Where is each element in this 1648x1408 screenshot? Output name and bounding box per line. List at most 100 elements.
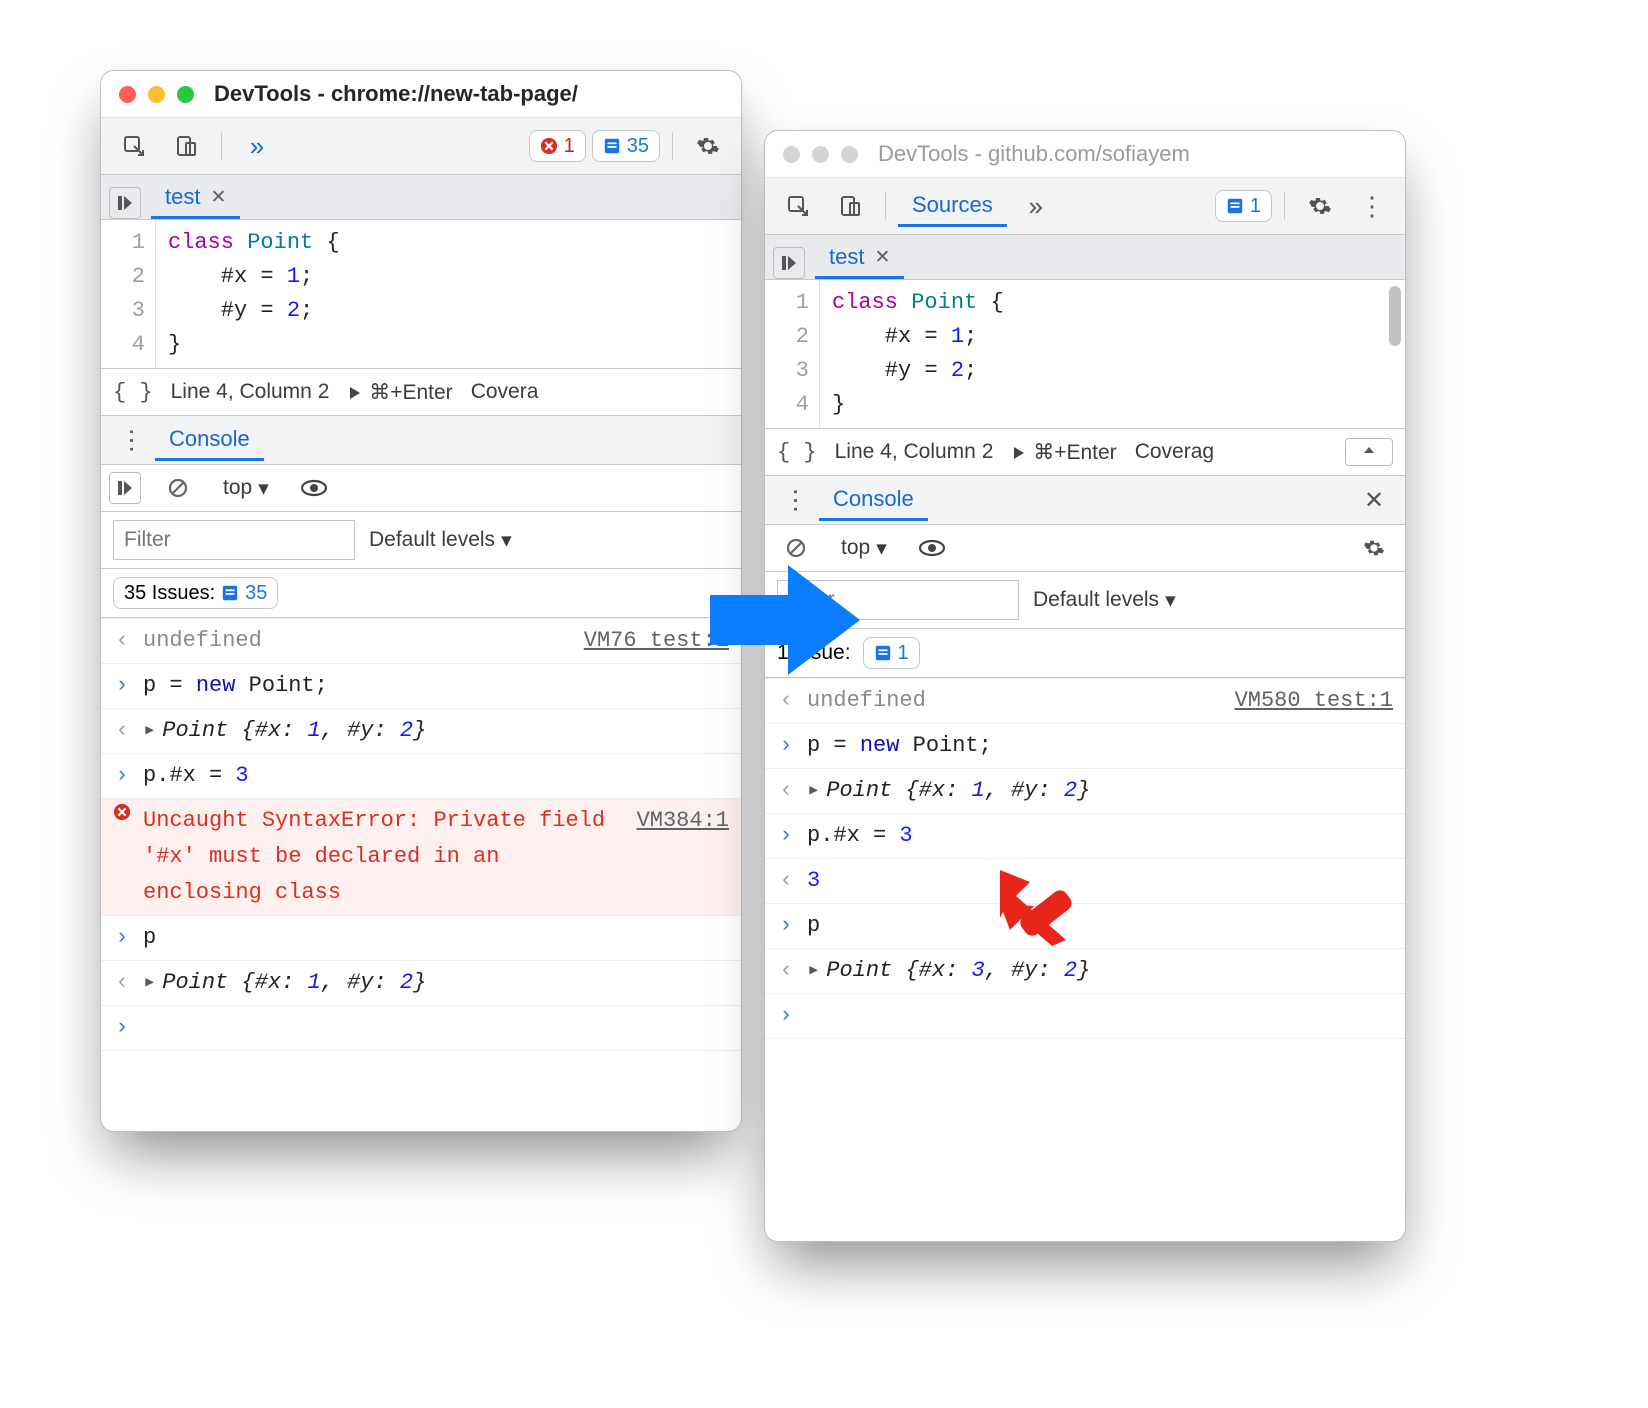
console-output[interactable]: Point {#x: 1, #y: 2}	[101, 709, 741, 754]
console-error[interactable]: Uncaught SyntaxError: Private field '#x'…	[101, 799, 741, 916]
kebab-icon[interactable]: ⋯	[781, 477, 812, 523]
issues-badge[interactable]: 1	[1215, 190, 1272, 222]
source-link[interactable]: VM384:1	[637, 803, 729, 839]
drawer-tabs: ⋯ Console ✕	[765, 476, 1405, 525]
code-editor[interactable]: 1234 class Point { #x = 1; #y = 2; }	[101, 220, 741, 368]
inspect-icon[interactable]	[775, 189, 821, 223]
log-levels-selector[interactable]: Default levels ▾	[1033, 588, 1176, 613]
pretty-print-icon[interactable]: { }	[113, 380, 153, 405]
issues-row[interactable]: 35 Issues: 35	[101, 569, 741, 618]
window-controls[interactable]	[783, 146, 858, 163]
window-controls[interactable]	[119, 86, 194, 103]
clear-console-icon[interactable]	[155, 471, 201, 505]
run-snippet-icon[interactable]	[109, 187, 141, 219]
scrollbar[interactable]	[1389, 286, 1401, 346]
filter-input[interactable]	[113, 520, 355, 560]
titlebar[interactable]: DevTools - github.com/sofiayem	[765, 131, 1405, 178]
inspect-icon[interactable]	[111, 129, 157, 163]
editor-statusbar: { } Line 4, Column 2 ⌘+Enter Covera	[101, 368, 741, 416]
console-input[interactable]: p.#x = 3	[101, 754, 741, 799]
close-icon[interactable]: ✕	[210, 186, 226, 209]
log-levels-selector[interactable]: Default levels ▾	[369, 528, 512, 553]
tab-sources[interactable]: Sources	[898, 186, 1007, 227]
drawer-tab-console[interactable]: Console	[155, 420, 264, 461]
more-tabs-icon[interactable]: »	[1013, 189, 1059, 223]
source-link[interactable]: VM580 test:1	[1235, 683, 1393, 719]
close-drawer-icon[interactable]: ✕	[1351, 483, 1397, 517]
editor-statusbar: { } Line 4, Column 2 ⌘+Enter Coverag	[765, 428, 1405, 476]
code-content[interactable]: class Point { #x = 1; #y = 2; }	[820, 280, 1016, 428]
issues-count: 35	[245, 582, 267, 605]
highlight-arrow-icon	[1000, 870, 1086, 946]
coverage-tab[interactable]: Covera	[471, 380, 539, 404]
separator	[1284, 192, 1285, 220]
line-gutter: 1234	[101, 220, 156, 368]
console-log[interactable]: undefinedVM580 test:1 p = new Point; Poi…	[765, 678, 1405, 1039]
separator	[672, 132, 673, 160]
console-output[interactable]: undefinedVM580 test:1	[765, 679, 1405, 724]
close-icon[interactable]: ✕	[874, 246, 890, 269]
console-output[interactable]: Point {#x: 1, #y: 2}	[101, 961, 741, 1006]
gear-icon[interactable]	[685, 129, 731, 163]
pretty-print-icon[interactable]: { }	[777, 440, 817, 465]
context-selector[interactable]: top ▾	[217, 476, 275, 501]
live-expression-icon[interactable]	[291, 471, 337, 505]
gear-icon[interactable]	[1351, 531, 1397, 565]
main-toolbar: Sources » 1 ⋮	[765, 178, 1405, 235]
close-dot[interactable]	[783, 146, 800, 163]
gear-icon[interactable]	[1297, 189, 1343, 223]
drawer-tabs: ⋯ Console	[101, 416, 741, 465]
console-prompt[interactable]	[101, 1006, 741, 1051]
console-output[interactable]: Point {#x: 1, #y: 2}	[765, 769, 1405, 814]
console-output[interactable]: undefinedVM76 test:1	[101, 619, 741, 664]
tab-label: Console	[833, 486, 914, 512]
console-input[interactable]: p.#x = 3	[765, 814, 1405, 859]
minimize-dot[interactable]	[148, 86, 165, 103]
code-content[interactable]: class Point { #x = 1; #y = 2; }	[156, 220, 352, 368]
zoom-dot[interactable]	[177, 86, 194, 103]
run-hint[interactable]: ⌘+Enter	[347, 380, 452, 405]
zoom-dot[interactable]	[841, 146, 858, 163]
kebab-icon[interactable]: ⋯	[117, 417, 148, 463]
sidebar-toggle-icon[interactable]	[109, 472, 141, 504]
issues-count: 1	[898, 642, 909, 665]
run-snippet-icon[interactable]	[773, 247, 805, 279]
console-prompt[interactable]	[765, 994, 1405, 1039]
window-title: DevTools - github.com/sofiayem	[878, 141, 1190, 167]
device-toggle-icon[interactable]	[163, 129, 209, 163]
code-editor[interactable]: 1234 class Point { #x = 1; #y = 2; }	[765, 280, 1405, 428]
console-input[interactable]: p	[101, 916, 741, 961]
chevron-down-icon: ▾	[501, 528, 512, 553]
tab-label: Console	[169, 426, 250, 452]
line-gutter: 1234	[765, 280, 820, 428]
separator	[221, 132, 222, 160]
source-tab-test[interactable]: test ✕	[151, 178, 240, 219]
live-expression-icon[interactable]	[909, 531, 955, 565]
error-badge[interactable]: 1	[529, 130, 586, 162]
source-tab-test[interactable]: test ✕	[815, 238, 904, 279]
console-output[interactable]: Point {#x: 3, #y: 2}	[765, 949, 1405, 994]
console-log[interactable]: undefinedVM76 test:1 p = new Point; Poin…	[101, 618, 741, 1051]
source-link[interactable]: VM76 test:1	[584, 623, 729, 659]
run-hint[interactable]: ⌘+Enter	[1011, 440, 1116, 465]
console-toolbar: top ▾	[765, 525, 1405, 572]
device-toggle-icon[interactable]	[827, 189, 873, 223]
issues-count: 35	[627, 135, 649, 158]
console-input[interactable]: p = new Point;	[765, 724, 1405, 769]
context-selector[interactable]: top ▾	[835, 536, 893, 561]
collapse-icon[interactable]	[1345, 438, 1393, 466]
more-tabs-icon[interactable]: »	[234, 129, 280, 163]
tab-label: test	[829, 244, 864, 270]
close-dot[interactable]	[119, 86, 136, 103]
minimize-dot[interactable]	[812, 146, 829, 163]
issues-badge[interactable]: 35	[592, 130, 660, 162]
drawer-tab-console[interactable]: Console	[819, 480, 928, 521]
console-input[interactable]: p = new Point;	[101, 664, 741, 709]
titlebar[interactable]: DevTools - chrome://new-tab-page/	[101, 71, 741, 118]
issues-row[interactable]: 1 Issue: 1	[765, 629, 1405, 678]
coverage-tab[interactable]: Coverag	[1135, 440, 1214, 464]
tab-label: test	[165, 184, 200, 210]
kebab-icon[interactable]: ⋮	[1349, 189, 1395, 223]
window-title: DevTools - chrome://new-tab-page/	[214, 81, 578, 107]
devtools-window-left: DevTools - chrome://new-tab-page/ » 1 35	[100, 70, 742, 1132]
